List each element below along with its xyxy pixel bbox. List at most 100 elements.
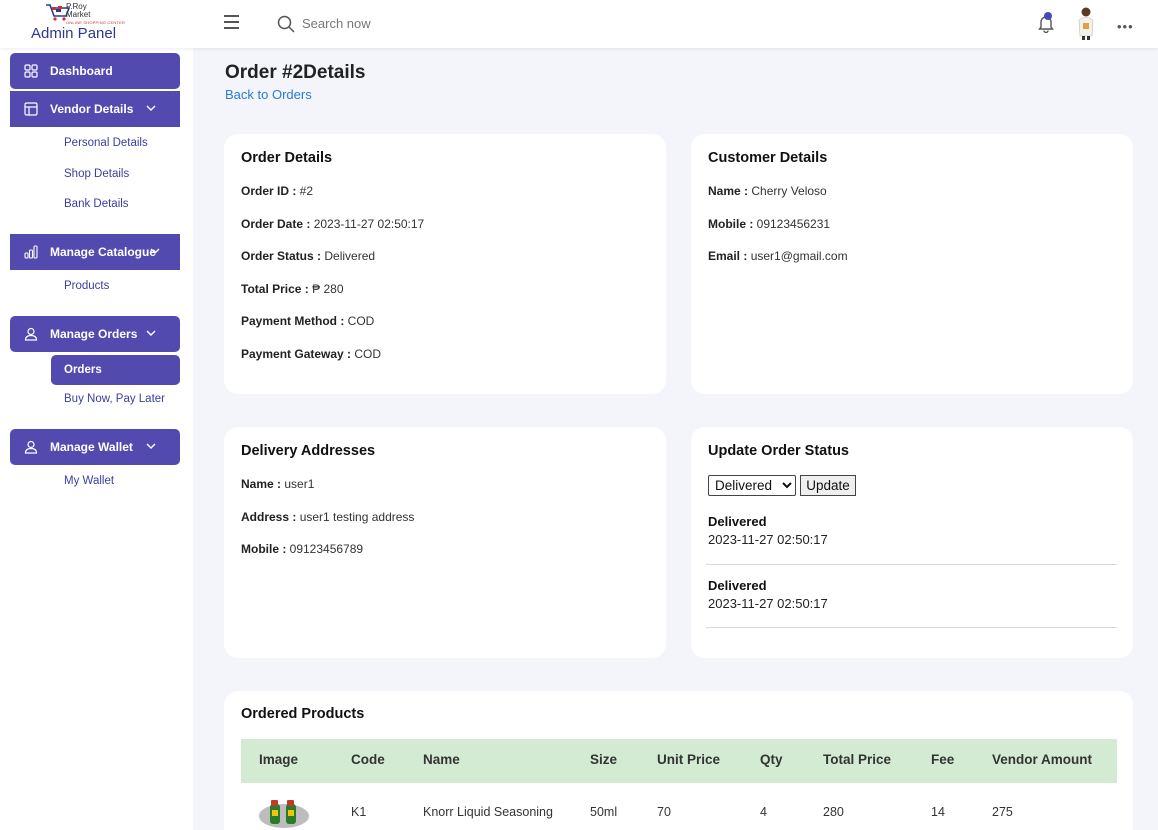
order-status-label: Order Status : [241, 249, 322, 263]
product-image [259, 800, 309, 828]
column-header-code: Code [351, 752, 385, 767]
delivery-name-value: user1 [281, 477, 315, 491]
customer-email-value: user1@gmail.com [747, 249, 848, 263]
cell-fee: 14 [931, 805, 945, 819]
delivery-address-label: Address : [241, 510, 297, 524]
order-status-value: Delivered [321, 249, 376, 263]
chevron-down-icon [150, 248, 160, 254]
layout-icon [24, 102, 38, 116]
sidebar-item-my-wallet[interactable]: My Wallet [64, 475, 114, 487]
brand[interactable]: P.Roy Market ONLINE SHOPPING CENTER Admi… [0, 0, 193, 48]
chevron-down-icon [146, 443, 156, 449]
back-to-orders-link[interactable]: Back to Orders [225, 87, 312, 102]
sidebar-item-buy-now-pay-later[interactable]: Buy Now, Pay Later [64, 393, 165, 405]
history-status: Delivered [708, 514, 767, 529]
logo-text: P.Roy Market ONLINE SHOPPING CENTER [66, 3, 125, 27]
top-header: P.Roy Market ONLINE SHOPPING CENTER Admi… [0, 0, 1158, 48]
delivery-addresses-card: Delivery Addresses Name : user1 Address … [224, 427, 666, 658]
customer-mobile-label: Mobile : [708, 217, 754, 231]
sidebar-item-manage-catalogue[interactable]: Manage Catalogue [10, 234, 180, 270]
bar-chart-icon [24, 245, 38, 259]
cell-size: 50ml [590, 805, 618, 819]
delivery-mobile-label: Mobile : [241, 542, 287, 556]
payment-method-label: Payment Method : [241, 314, 345, 328]
customer-email-row: Email : user1@gmail.com [708, 249, 848, 263]
order-status-row: Order Status : Delivered [241, 249, 375, 263]
sidebar-item-bank-details[interactable]: Bank Details [64, 198, 129, 210]
sidebar-item-label: Manage Catalogue [50, 245, 157, 259]
grid-icon [24, 64, 38, 78]
avatar[interactable] [1075, 6, 1097, 40]
order-date-row: Order Date : 2023-11-27 02:50:17 [241, 217, 424, 231]
column-header-vendor-amount: Vendor Amount [992, 752, 1092, 767]
card-title: Order Details [241, 150, 333, 166]
user-icon [24, 440, 38, 454]
card-title: Update Order Status [708, 443, 849, 459]
delivery-name-label: Name : [241, 477, 282, 491]
hamburger-menu-icon[interactable] [224, 15, 242, 33]
customer-mobile-row: Mobile : 09123456231 [708, 217, 830, 231]
column-header-size: Size [590, 752, 618, 767]
logo-line2: Market [66, 10, 91, 19]
customer-email-label: Email : [708, 249, 748, 263]
delivery-address-row: Address : user1 testing address [241, 510, 414, 524]
cell-name: Knorr Liquid Seasoning [423, 805, 553, 819]
sidebar-item-label: Dashboard [50, 64, 113, 78]
column-header-name: Name [423, 752, 460, 767]
delivery-mobile-row: Mobile : 09123456789 [241, 542, 363, 556]
cell-unit-price: 70 [657, 805, 671, 819]
sidebar-item-label: Manage Orders [50, 327, 138, 341]
cell-code: K1 [351, 805, 367, 819]
order-id-value: #2 [296, 184, 314, 198]
user-icon [24, 327, 38, 341]
customer-mobile-value: 09123456231 [753, 217, 831, 231]
history-status: Delivered [708, 578, 767, 593]
sidebar-item-label: Vendor Details [50, 102, 134, 116]
total-price-row: Total Price : ₱ 280 [241, 282, 344, 296]
sidebar-item-shop-details[interactable]: Shop Details [64, 168, 129, 180]
cell-vendor-amount: 275 [992, 805, 1013, 819]
card-title: Customer Details [708, 150, 828, 166]
history-date: 2023-11-27 02:50:17 [708, 532, 828, 547]
delivery-mobile-value: 09123456789 [286, 542, 364, 556]
search-icon[interactable] [277, 15, 295, 33]
sidebar-item-orders[interactable]: Orders [51, 355, 180, 385]
sidebar: Dashboard Vendor Details Personal Detail… [0, 48, 193, 830]
delivery-address-value: user1 testing address [296, 510, 415, 524]
cell-total-price: 280 [823, 805, 844, 819]
sidebar-item-manage-orders[interactable]: Manage Orders [10, 316, 180, 352]
customer-name-label: Name : [708, 184, 749, 198]
order-date-value: 2023-11-27 02:50:17 [310, 217, 425, 231]
sidebar-item-personal-details[interactable]: Personal Details [64, 137, 148, 149]
order-id-row: Order ID : #2 [241, 184, 313, 198]
customer-name-value: Cherry Veloso [748, 184, 827, 198]
customer-details-card: Customer Details Name : Cherry Veloso Mo… [691, 134, 1133, 394]
history-date: 2023-11-27 02:50:17 [708, 596, 828, 611]
card-title: Delivery Addresses [241, 443, 376, 459]
column-header-image: Image [259, 752, 299, 767]
sidebar-item-dashboard[interactable]: Dashboard [10, 53, 180, 89]
order-date-label: Order Date : [241, 217, 311, 231]
column-header-fee: Fee [931, 752, 955, 767]
card-title: Ordered Products [241, 706, 365, 722]
cell-qty: 4 [760, 805, 767, 819]
column-header-total-price: Total Price [823, 752, 892, 767]
payment-gateway-label: Payment Gateway : [241, 347, 352, 361]
update-button[interactable]: Update [800, 475, 856, 496]
history-divider [706, 564, 1117, 565]
sidebar-item-vendor-details[interactable]: Vendor Details [10, 91, 180, 127]
table-header: Image Code Name Size Unit Price Qty Tota… [241, 739, 1117, 783]
sidebar-item-manage-wallet[interactable]: Manage Wallet [10, 429, 180, 465]
history-divider [706, 627, 1117, 628]
payment-gateway-row: Payment Gateway : COD [241, 347, 381, 361]
page-title: Order #2Details [225, 62, 366, 83]
payment-method-value: COD [344, 314, 375, 328]
order-status-select[interactable]: Delivered [708, 475, 796, 496]
total-price-label: Total Price : [241, 282, 309, 296]
column-header-qty: Qty [760, 752, 783, 767]
payment-gateway-value: COD [351, 347, 382, 361]
sidebar-item-products[interactable]: Products [64, 280, 109, 292]
search-input[interactable] [302, 12, 502, 34]
more-options-icon[interactable]: ••• [1117, 19, 1134, 34]
chevron-down-icon [146, 105, 156, 111]
